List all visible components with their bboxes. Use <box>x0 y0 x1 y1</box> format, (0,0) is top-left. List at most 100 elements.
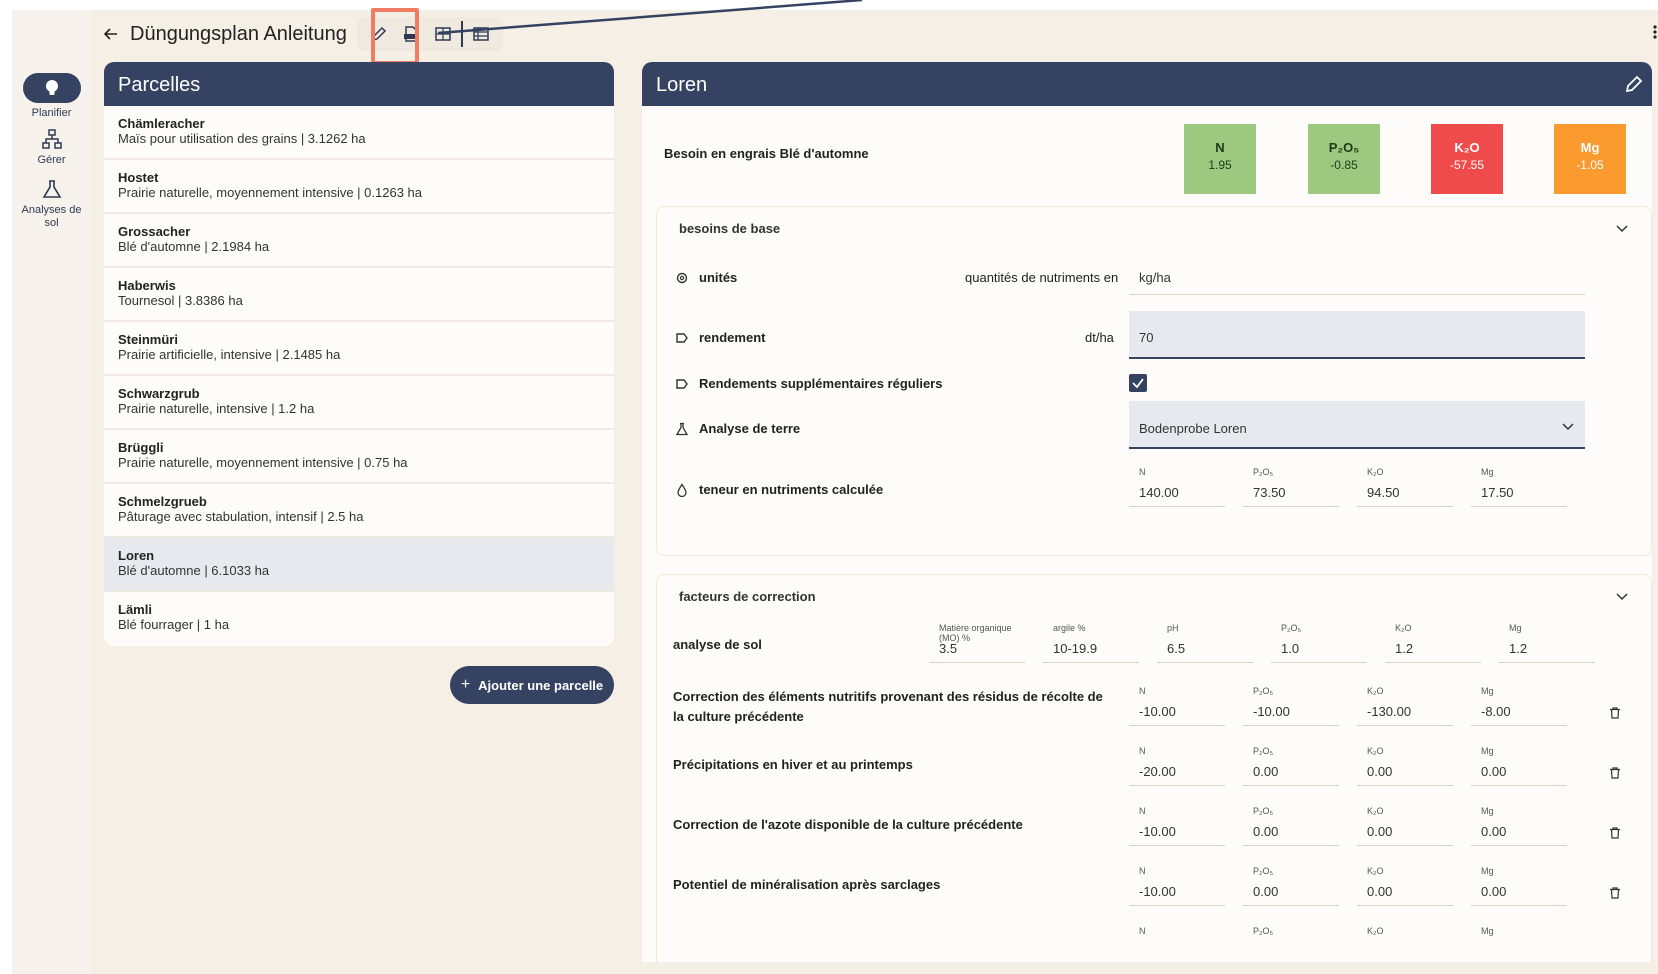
parcel-item[interactable]: Lämli Blé fourrager | 1 ha <box>104 592 614 646</box>
clay-field[interactable]: argile % 10-19.9 <box>1043 619 1139 663</box>
pdf-export-button[interactable] <box>395 17 427 51</box>
correction-mg-field[interactable]: Mg 0.00 <box>1471 742 1567 786</box>
correction-mg-field[interactable]: Mg 0.00 <box>1471 862 1567 906</box>
map-export-button[interactable] <box>427 17 459 51</box>
correction-title[interactable]: facteurs de correction <box>679 589 816 604</box>
correction-k2o-field[interactable]: K₂O 0.00 <box>1357 862 1453 906</box>
hierarchy-icon <box>41 129 62 149</box>
correction-k2o-field[interactable]: K₂O 0.00 <box>1357 742 1453 786</box>
rail-active-pill <box>22 73 81 103</box>
organic-matter-field[interactable]: Matière organique (MO) % 3.5 <box>929 619 1025 663</box>
pdf-file-icon <box>403 26 418 42</box>
calc-nutrients-label: teneur en nutriments calculée <box>699 482 884 497</box>
nutrient-badge-k2o: K₂O -57.55 <box>1431 124 1503 194</box>
yield-label: rendement <box>699 330 766 345</box>
parcel-item[interactable]: Steinmüri Prairie artificielle, intensiv… <box>104 322 614 376</box>
pencil-icon <box>371 26 386 42</box>
chevron-down-icon[interactable] <box>1561 419 1575 433</box>
base-needs-section: besoins de base unités quantités de nutr… <box>656 206 1652 556</box>
more-vertical-icon[interactable] <box>1652 24 1658 40</box>
add-parcel-label: Ajouter une parcelle <box>478 677 604 693</box>
yield-input[interactable] <box>1129 311 1585 359</box>
table-icon <box>473 27 489 41</box>
chevron-down-icon[interactable] <box>1615 589 1629 603</box>
nutrient-drop-icon <box>677 483 687 497</box>
next-row-cap: N <box>1139 926 1146 936</box>
extra-yield-label: Rendements supplémentaires réguliers <box>699 376 943 391</box>
calc-n-field[interactable]: N 140.00 <box>1129 463 1225 507</box>
calc-p2o5-field[interactable]: P₂O₅ 73.50 <box>1243 463 1339 507</box>
trash-icon[interactable] <box>1609 827 1621 839</box>
correction-n-field[interactable]: N -10.00 <box>1129 682 1225 726</box>
add-parcel-button[interactable]: + Ajouter une parcelle <box>450 666 614 704</box>
parcel-detail-card: Loren Besoin en engrais Blé d'automne N … <box>642 62 1652 962</box>
parcel-item-selected[interactable]: Loren Blé d'automne | 6.1033 ha <box>104 538 614 592</box>
p2o5-factor-field[interactable]: P₂O₅ 1.0 <box>1271 619 1367 663</box>
nutrient-badge-p2o5: P₂O₅ -0.85 <box>1308 124 1380 194</box>
label-tag-icon <box>676 379 688 389</box>
nav-rail: Planifier Gérer Analyses de sol <box>12 10 91 974</box>
correction-mg-field[interactable]: Mg -8.00 <box>1471 682 1567 726</box>
correction-k2o-field[interactable]: K₂O 0.00 <box>1357 802 1453 846</box>
correction-p2o5-field[interactable]: P₂O₅ 0.00 <box>1243 742 1339 786</box>
check-icon <box>1132 378 1144 389</box>
correction-p2o5-field[interactable]: P₂O₅ -10.00 <box>1243 682 1339 726</box>
nutrient-badge-mg: Mg -1.05 <box>1554 124 1626 194</box>
trash-icon[interactable] <box>1609 767 1621 779</box>
extra-yield-checkbox[interactable] <box>1129 374 1147 392</box>
parcel-item[interactable]: Schmelzgrueb Pâturage avec stabulation, … <box>104 484 614 538</box>
correction-section: facteurs de correction analyse de sol Ma… <box>656 574 1652 962</box>
table-export-button[interactable] <box>465 17 497 51</box>
correction-n-field[interactable]: N -10.00 <box>1129 862 1225 906</box>
edit-button[interactable] <box>363 17 395 51</box>
parcels-title: Parcelles <box>104 62 614 106</box>
correction-row-label: Correction de l'azote disponible de la c… <box>673 817 1023 832</box>
correction-p2o5-field[interactable]: P₂O₅ 0.00 <box>1243 862 1339 906</box>
gear-icon <box>676 272 688 284</box>
parcel-item[interactable]: Hostet Prairie naturelle, moyennement in… <box>104 160 614 214</box>
correction-n-field[interactable]: N -10.00 <box>1129 802 1225 846</box>
calc-mg-field[interactable]: Mg 17.50 <box>1471 463 1567 507</box>
rail-label: Planifier <box>31 107 72 119</box>
top-bar: Düngungsplan Anleitung <box>100 14 503 54</box>
chevron-down-icon[interactable] <box>1615 221 1629 235</box>
rail-item-gerer[interactable]: Gérer <box>12 128 91 167</box>
back-arrow-icon[interactable] <box>100 23 122 45</box>
units-field[interactable] <box>1129 251 1585 295</box>
rail-item-planifier[interactable]: Planifier <box>12 73 91 120</box>
parcels-card: Parcelles Chämleracher Maïs pour utilisa… <box>104 62 614 646</box>
label-tag-icon <box>676 333 688 343</box>
base-needs-title[interactable]: besoins de base <box>679 221 780 236</box>
calc-k2o-field[interactable]: K₂O 94.50 <box>1357 463 1453 507</box>
next-row-cap: K₂O <box>1367 926 1384 936</box>
parcel-item[interactable]: Chämleracher Maïs pour utilisation des g… <box>104 106 614 160</box>
soil-analysis-value: Bodenprobe Loren <box>1139 421 1247 436</box>
rail-label: Gérer <box>37 154 66 166</box>
k2o-factor-field[interactable]: K₂O 1.2 <box>1385 619 1481 663</box>
correction-p2o5-field[interactable]: P₂O₅ 0.00 <box>1243 802 1339 846</box>
correction-mg-field[interactable]: Mg 0.00 <box>1471 802 1567 846</box>
rail-item-analyses[interactable]: Analyses de sol <box>12 178 91 230</box>
parcel-item[interactable]: Haberwis Tournesol | 3.8386 ha <box>104 268 614 322</box>
mg-factor-field[interactable]: Mg 1.2 <box>1499 619 1595 663</box>
trash-icon[interactable] <box>1609 707 1621 719</box>
rail-label: Analyses de sol <box>21 204 82 229</box>
correction-row-label: Correction des éléments nutritifs proven… <box>673 689 1103 724</box>
plus-icon: + <box>460 676 471 693</box>
parcel-item[interactable]: Grossacher Blé d'automne | 2.1984 ha <box>104 214 614 268</box>
soil-row-label: analyse de sol <box>673 637 762 652</box>
parcel-list: Chämleracher Maïs pour utilisation des g… <box>104 106 614 646</box>
nutrient-badge-n: N 1.95 <box>1184 124 1256 194</box>
flask-icon <box>675 422 689 436</box>
ph-field[interactable]: pH 6.5 <box>1157 619 1253 663</box>
pencil-icon[interactable] <box>1624 74 1644 94</box>
toolbar <box>356 17 503 51</box>
trash-icon[interactable] <box>1609 887 1621 899</box>
correction-n-field[interactable]: N -20.00 <box>1129 742 1225 786</box>
page-title: Düngungsplan Anleitung <box>130 22 347 45</box>
detail-title: Loren <box>642 62 1652 106</box>
correction-k2o-field[interactable]: K₂O -130.00 <box>1357 682 1453 726</box>
parcel-item[interactable]: Brüggli Prairie naturelle, moyennement i… <box>104 430 614 484</box>
lightbulb-icon <box>45 80 58 95</box>
parcel-item[interactable]: Schwarzgrub Prairie naturelle, intensive… <box>104 376 614 430</box>
